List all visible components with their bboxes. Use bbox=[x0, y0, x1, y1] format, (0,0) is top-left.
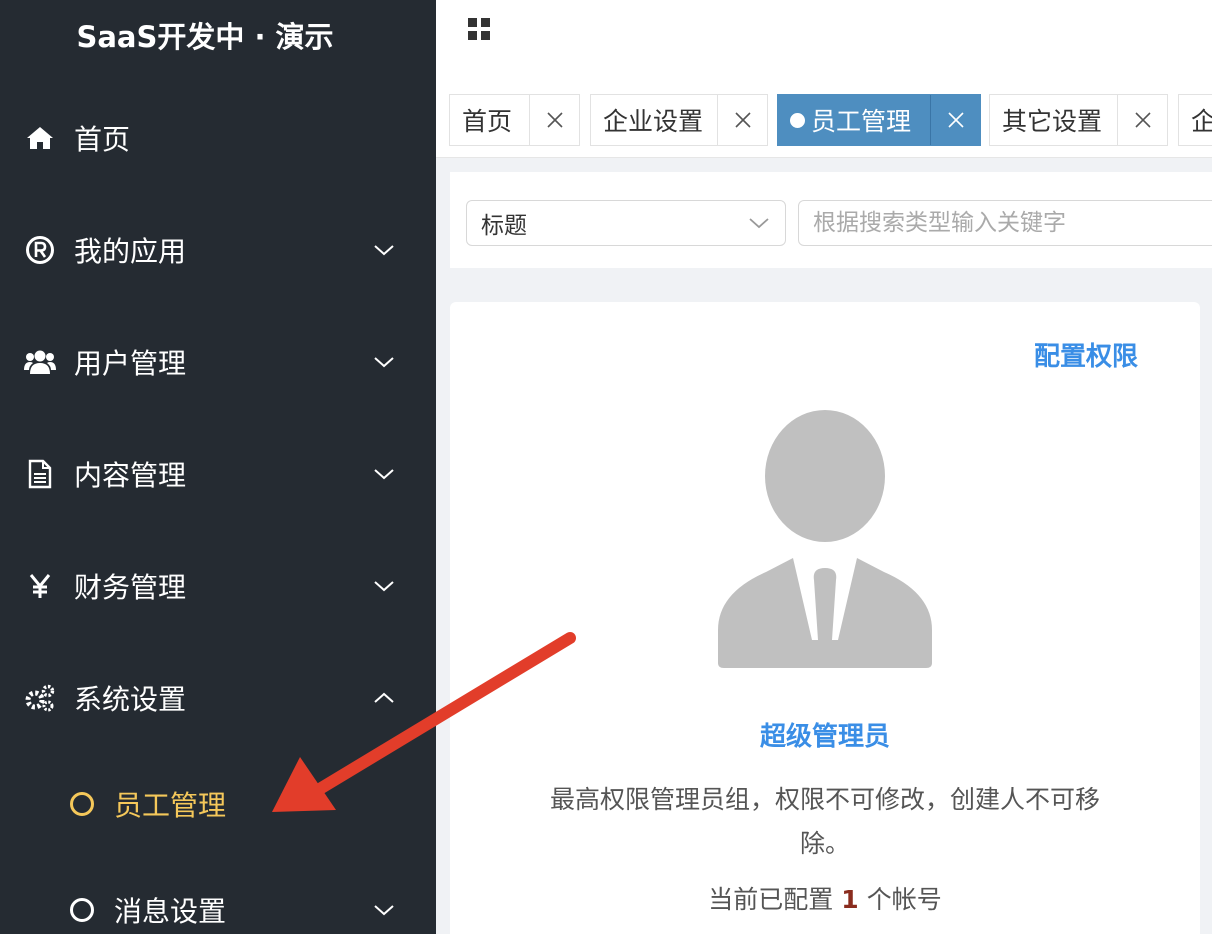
role-account-count: 当前已配置 1 个帐号 bbox=[450, 880, 1200, 916]
circle-icon bbox=[66, 894, 98, 926]
config-permissions-link[interactable]: 配置权限 bbox=[1034, 336, 1138, 373]
role-name: 超级管理员 bbox=[759, 722, 890, 752]
select-value: 标题 bbox=[481, 213, 527, 239]
gears-icon bbox=[24, 682, 56, 714]
count-prefix: 当前已配置 bbox=[708, 885, 834, 914]
menu-item-system[interactable]: 系统设置 bbox=[0, 658, 436, 738]
tabs-bar: 首页 企业设置 员工管理 其它设置 企 bbox=[436, 80, 1212, 158]
menu-item-home[interactable]: 首页 bbox=[0, 98, 436, 178]
tab-company[interactable]: 企业设置 bbox=[590, 94, 768, 146]
circle-icon bbox=[66, 788, 98, 820]
tab-home[interactable]: 首页 bbox=[449, 94, 580, 146]
users-icon bbox=[24, 346, 56, 378]
tab-label-staff: 员工管理 bbox=[811, 107, 912, 136]
yen-icon bbox=[24, 570, 56, 602]
chevron-up-icon bbox=[374, 692, 394, 703]
chevron-down-icon bbox=[374, 905, 394, 916]
menu-item-apps[interactable]: 我的应用 bbox=[0, 210, 436, 290]
tab-other[interactable]: 其它设置 bbox=[989, 94, 1168, 146]
search-type-select[interactable]: 标题 bbox=[466, 200, 786, 246]
menu-label-apps: 我的应用 bbox=[74, 235, 187, 268]
document-icon bbox=[24, 458, 56, 490]
menu-label-finance: 财务管理 bbox=[74, 571, 187, 604]
registered-icon bbox=[24, 234, 56, 266]
submenu-label-messages: 消息设置 bbox=[114, 895, 227, 928]
menu-label-system: 系统设置 bbox=[74, 683, 187, 716]
count-value: 1 bbox=[841, 885, 859, 914]
close-icon[interactable] bbox=[1117, 95, 1167, 145]
menu-label-users: 用户管理 bbox=[74, 347, 187, 380]
brand-title: SaaS开发中 · 演示 bbox=[76, 20, 334, 54]
submenu-label-staff: 员工管理 bbox=[114, 789, 227, 822]
tab-label-company: 企业设置 bbox=[603, 107, 704, 136]
tab-label-other: 其它设置 bbox=[1002, 107, 1103, 136]
chevron-down-icon bbox=[374, 581, 394, 592]
tab-staff[interactable]: 员工管理 bbox=[777, 94, 981, 146]
close-icon[interactable] bbox=[529, 95, 579, 145]
avatar-icon bbox=[718, 410, 932, 668]
tab-label-home: 首页 bbox=[462, 107, 513, 136]
search-input[interactable] bbox=[798, 200, 1212, 246]
chevron-down-icon bbox=[749, 218, 769, 229]
filter-panel: 标题 bbox=[450, 172, 1212, 268]
role-card: 配置权限 超级管理员 最高权限管理员组，权限不可修改，创建人不可移除。 当前已配… bbox=[450, 302, 1200, 934]
count-suffix: 个帐号 bbox=[866, 885, 942, 914]
tab-partial[interactable]: 企 bbox=[1178, 94, 1212, 146]
submenu-item-staff[interactable]: 员工管理 bbox=[0, 764, 436, 844]
close-icon[interactable] bbox=[717, 95, 767, 145]
menu-item-finance[interactable]: 财务管理 bbox=[0, 546, 436, 626]
top-bar bbox=[436, 0, 1212, 80]
menu-item-users[interactable]: 用户管理 bbox=[0, 322, 436, 402]
submenu-item-messages[interactable]: 消息设置 bbox=[0, 870, 436, 934]
chevron-down-icon bbox=[374, 245, 394, 256]
chevron-down-icon bbox=[374, 357, 394, 368]
menu-label-content: 内容管理 bbox=[74, 459, 187, 492]
tab-label-partial: 企 bbox=[1179, 102, 1212, 138]
menu-item-content[interactable]: 内容管理 bbox=[0, 434, 436, 514]
grid-menu-icon[interactable] bbox=[468, 18, 490, 40]
chevron-down-icon bbox=[374, 469, 394, 480]
menu-label-home: 首页 bbox=[74, 123, 131, 156]
home-icon bbox=[24, 122, 56, 154]
role-description: 最高权限管理员组，权限不可修改，创建人不可移除。 bbox=[549, 785, 1100, 858]
close-icon[interactable] bbox=[930, 95, 980, 145]
sidebar: SaaS开发中 · 演示 首页 我的应用 用户管理 内容管理 财务管理 系统设置… bbox=[0, 0, 436, 934]
